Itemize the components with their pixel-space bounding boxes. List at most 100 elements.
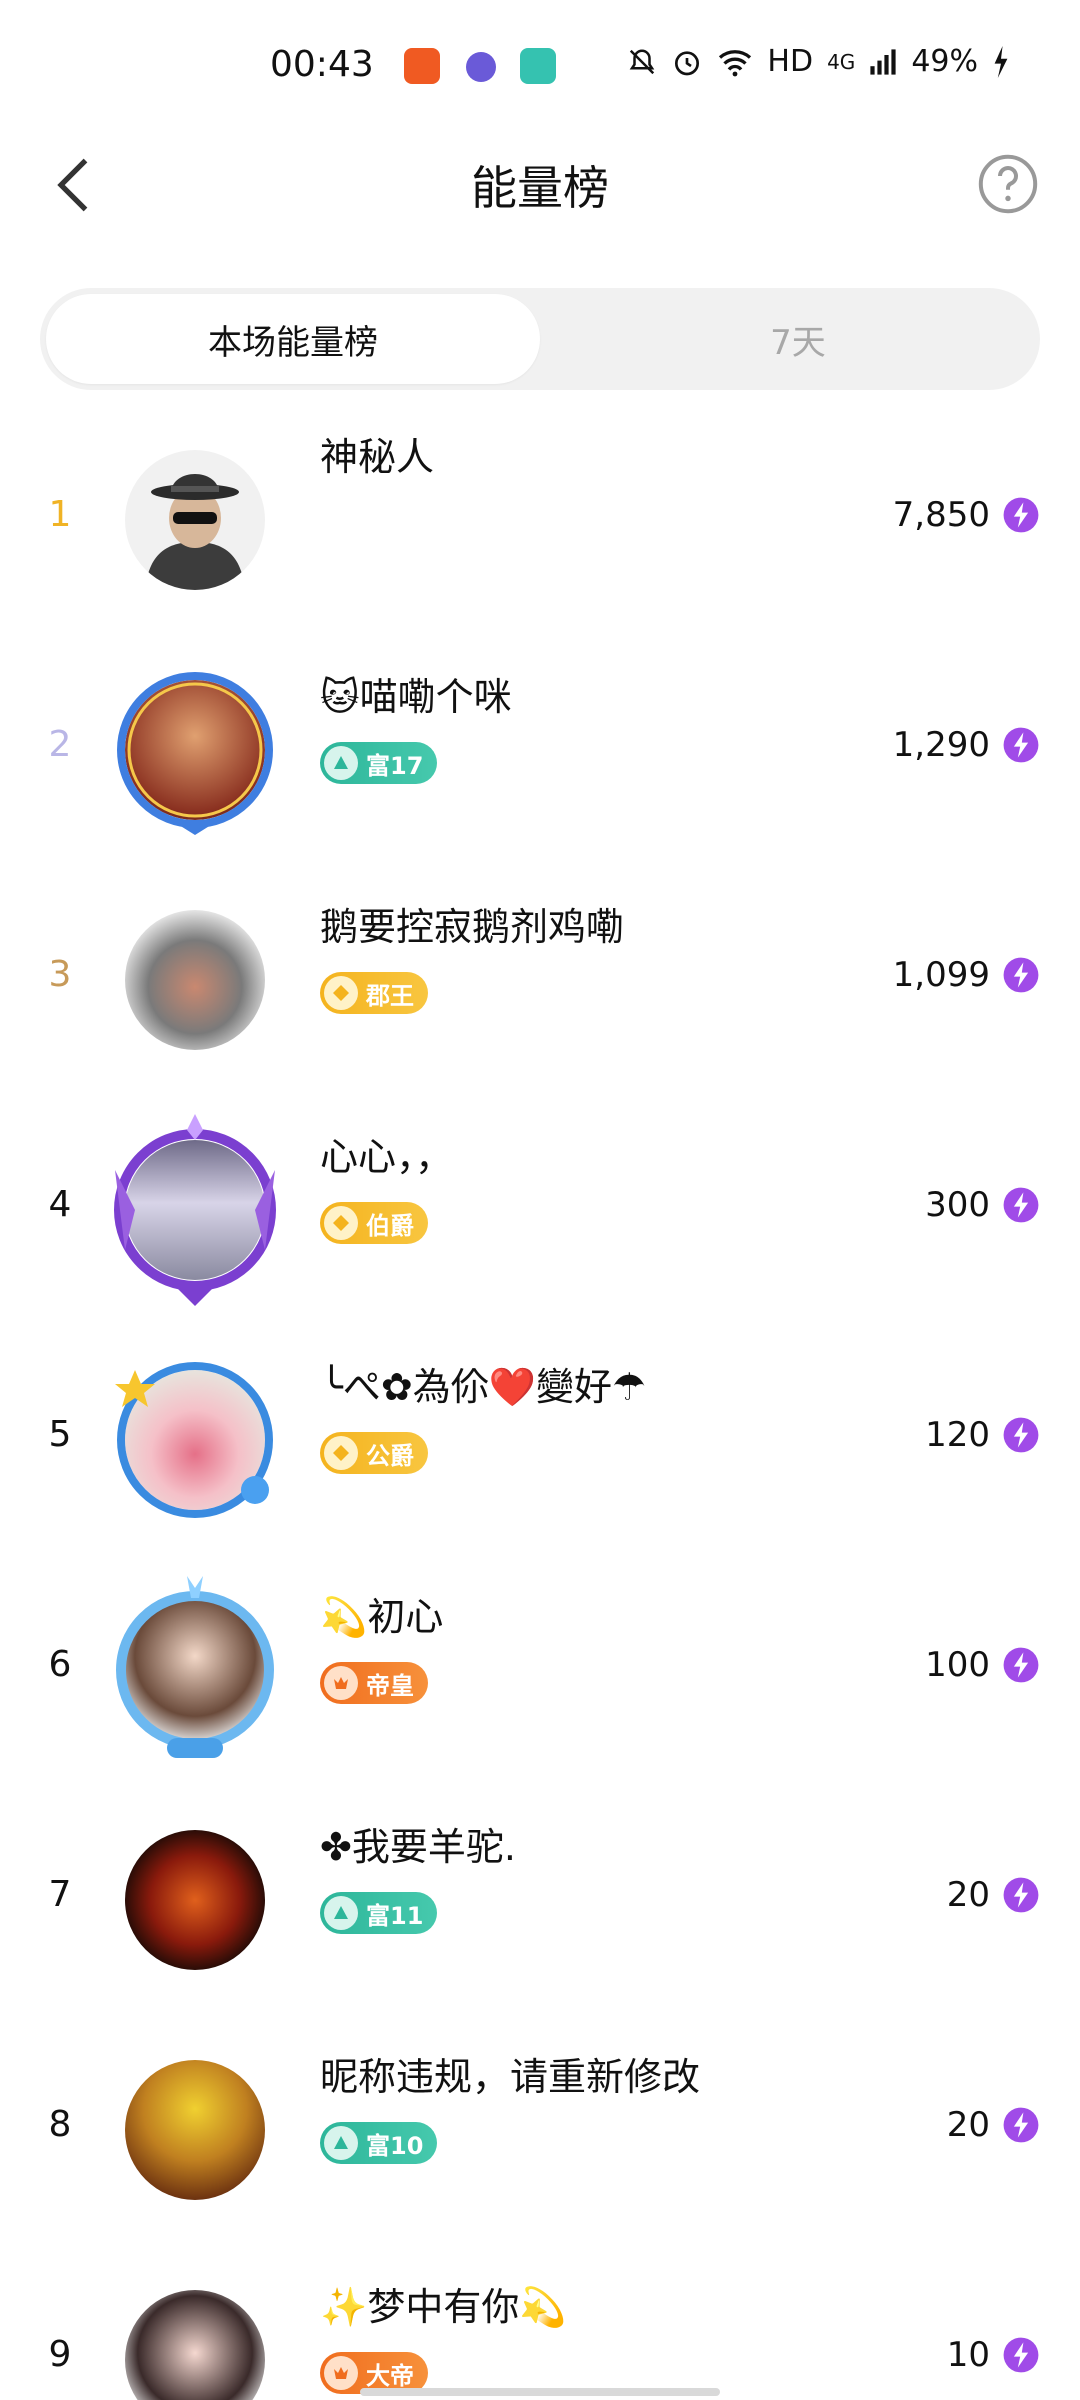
avatar[interactable] [95, 2260, 295, 2400]
signal-icon [870, 48, 896, 75]
user-name: ╰ぺ✿為伱❤️變好☂ [320, 1365, 647, 1409]
energy-bolt-icon [1003, 2337, 1039, 2373]
rank-number: 6 [48, 1644, 72, 1685]
ranking-row[interactable]: 3 鹅要控寂鹅剂鸡嘞 郡王 1,099 [0, 860, 1080, 1090]
energy-score: 120 [925, 1415, 990, 1455]
ranking-list: 1 神秘人 7,850 2 🐱喵嘞个咪 富17 1,290 3 鹅要控寂鹅剂鸡嘞… [0, 400, 1080, 2400]
user-name: 昵称违规，请重新修改 [320, 2055, 701, 2099]
level-badge: 富17 [320, 742, 438, 784]
level-badge-label: 大帝 [366, 2361, 414, 2390]
level-badge: 郡王 [320, 972, 428, 1014]
user-name: 鹅要控寂鹅剂鸡嘞 [320, 905, 625, 949]
app-notification-icon [466, 52, 496, 82]
ranking-row[interactable]: 1 神秘人 7,850 [0, 400, 1080, 630]
status-indicators: HD 4G 49% [627, 44, 1010, 79]
crown-badge-icon [324, 2356, 358, 2390]
level-badge-label: 公爵 [366, 1441, 414, 1470]
ranking-row[interactable]: 6 💫初心 帝皇 100 [0, 1550, 1080, 1780]
diamond-badge-icon [324, 976, 358, 1010]
avatar-frame [116, 1576, 274, 1758]
avatar[interactable] [95, 420, 295, 620]
user-name: 神秘人 [320, 435, 435, 479]
level-badge-label: 帝皇 [366, 1671, 414, 1700]
ranking-row[interactable]: 7 ✤我要羊驼. 富11 20 [0, 1780, 1080, 2010]
app-notification-icon [520, 48, 556, 84]
user-name: 🐱喵嘞个咪 [320, 675, 512, 719]
avatar[interactable] [95, 650, 295, 850]
ranking-row[interactable]: 9 ✨梦中有你💫 大帝 10 [0, 2240, 1080, 2400]
ranking-row[interactable]: 4 心心，， 伯爵 300 [0, 1090, 1080, 1320]
ranking-row[interactable]: 8 昵称违规，请重新修改 富10 20 [0, 2010, 1080, 2240]
level-badge-label: 富11 [366, 1901, 424, 1930]
avatar[interactable] [95, 1340, 295, 1540]
level-badge: 富11 [320, 1892, 438, 1934]
energy-score: 1,290 [892, 725, 990, 765]
energy-bolt-icon [1003, 1647, 1039, 1683]
status-bar: 00:43 HD 4G 49% [0, 0, 1080, 130]
charging-icon [994, 45, 1008, 78]
battery-label: 49% [911, 44, 978, 79]
page-title: 能量榜 [471, 161, 609, 215]
avatar[interactable] [95, 880, 295, 1080]
triangle-badge-icon [324, 1896, 358, 1930]
avatar[interactable] [95, 2030, 295, 2230]
rank-number: 9 [48, 2334, 72, 2375]
ranking-row[interactable]: 5 ╰ぺ✿為伱❤️變好☂ 公爵 120 [0, 1320, 1080, 1550]
energy-bolt-icon [1003, 1877, 1039, 1913]
energy-score: 20 [946, 1875, 990, 1915]
triangle-badge-icon [324, 746, 358, 780]
diamond-badge-icon [324, 1436, 358, 1470]
user-name: 💫初心 [320, 1595, 444, 1639]
ranking-row[interactable]: 2 🐱喵嘞个咪 富17 1,290 [0, 630, 1080, 860]
level-badge: 富10 [320, 2122, 438, 2164]
tab-current-session[interactable]: 本场能量榜 [46, 294, 540, 384]
mystery-person-icon [145, 474, 245, 590]
network-label: HD [767, 44, 814, 79]
status-time: 00:43 [270, 44, 374, 85]
tab-7-days[interactable]: 7天 [578, 294, 1018, 384]
level-badge-label: 郡王 [366, 981, 414, 1010]
wifi-icon [719, 49, 752, 76]
rank-number: 5 [48, 1414, 72, 1455]
question-circle-icon[interactable] [976, 152, 1040, 216]
avatar[interactable] [95, 1110, 295, 1310]
avatar-frame [114, 1114, 276, 1306]
signal-label: 4G [827, 49, 856, 74]
user-name: ✨梦中有你💫 [320, 2285, 567, 2329]
avatar-frame [115, 1362, 273, 1518]
energy-score: 20 [946, 2105, 990, 2145]
alarm-icon [675, 50, 700, 75]
level-badge: 公爵 [320, 1432, 428, 1474]
rank-number: 7 [48, 1874, 72, 1915]
triangle-badge-icon [324, 2126, 358, 2160]
crown-badge-icon [324, 1666, 358, 1700]
tab-bar: 本场能量榜 7天 [40, 288, 1040, 390]
level-badge: 伯爵 [320, 1202, 428, 1244]
energy-bolt-icon [1003, 1187, 1039, 1223]
avatar[interactable] [95, 1570, 295, 1770]
energy-bolt-icon [1003, 497, 1039, 533]
rank-number: 3 [48, 954, 72, 995]
diamond-badge-icon [324, 1206, 358, 1240]
rank-number: 8 [48, 2104, 72, 2145]
rank-number: 2 [48, 724, 72, 765]
bell-off-icon [630, 48, 655, 74]
energy-bolt-icon [1003, 1417, 1039, 1453]
avatar-frame [117, 672, 273, 835]
energy-score: 100 [925, 1645, 990, 1685]
level-badge-label: 富10 [366, 2131, 424, 2160]
app-notification-icon [404, 48, 440, 84]
page-header: 能量榜 [0, 130, 1080, 240]
rank-number: 1 [48, 494, 72, 535]
avatar[interactable] [95, 1800, 295, 2000]
home-indicator[interactable] [360, 2388, 720, 2396]
energy-score: 7,850 [892, 495, 990, 535]
level-badge-label: 富17 [366, 751, 424, 780]
energy-bolt-icon [1003, 727, 1039, 763]
level-badge: 帝皇 [320, 1662, 428, 1704]
level-badge-label: 伯爵 [366, 1211, 414, 1240]
energy-bolt-icon [1003, 2107, 1039, 2143]
energy-score: 10 [946, 2335, 990, 2375]
energy-bolt-icon [1003, 957, 1039, 993]
user-name: ✤我要羊驼. [320, 1825, 516, 1869]
